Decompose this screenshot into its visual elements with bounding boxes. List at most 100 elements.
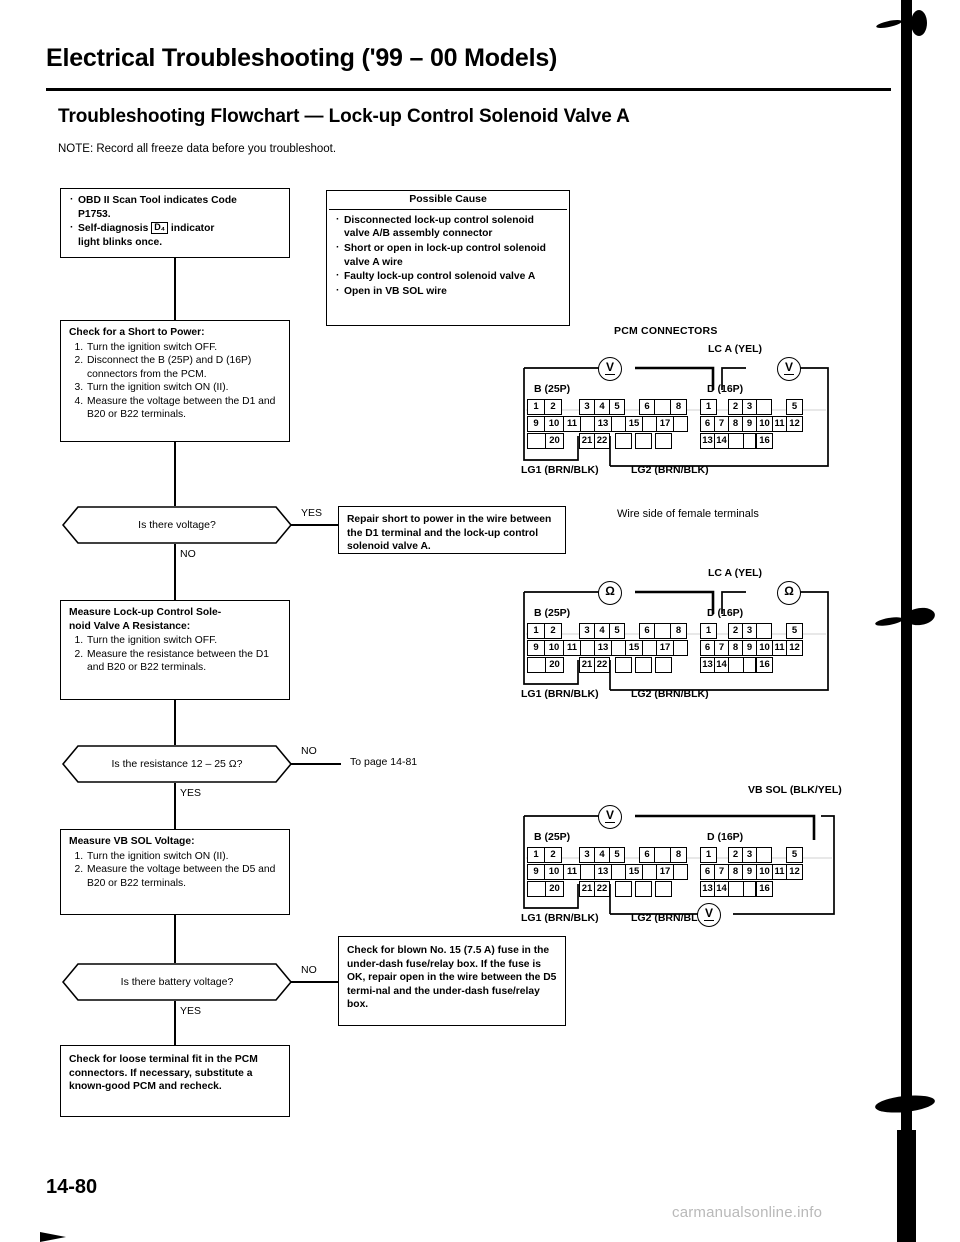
pin-b-2: 2: [544, 623, 562, 639]
pin-b-4: 4: [594, 847, 610, 863]
connector-b-label-1: B (25P): [534, 383, 571, 395]
pin-b-blank: [527, 433, 546, 449]
pin-b-blank: [673, 416, 688, 432]
pin-b-22: 22: [594, 657, 610, 673]
pin-d-9: 9: [742, 864, 757, 880]
pin-d-14: 14: [714, 657, 729, 673]
pin-b-blank: [580, 416, 595, 432]
pin-d-blank: [728, 881, 744, 897]
pin-d-6: 6: [700, 640, 715, 656]
pin-b-10: 10: [544, 416, 564, 432]
pin-b-3: 3: [579, 623, 595, 639]
pin-d-13: 13: [700, 657, 715, 673]
pin-b-13: 13: [594, 416, 612, 432]
pin-b-15: 15: [625, 640, 643, 656]
d4-indicator-icon: D₄: [151, 222, 169, 234]
pin-b-21: 21: [579, 881, 595, 897]
pin-d-3: 3: [742, 399, 757, 415]
pin-d-14: 14: [714, 881, 729, 897]
pin-b-9: 9: [527, 416, 545, 432]
connector-d-pin-grid-1: 1 2 3 5 6 7 8 9 10 11 12 13 14 16: [700, 399, 830, 451]
pin-d-5: 5: [786, 399, 803, 415]
cause-item: Faulty lock-up control solenoid valve A: [335, 269, 562, 284]
scan-artifact-arrow: [40, 1232, 66, 1242]
pin-b-17: 17: [656, 416, 674, 432]
connector-b-pin-grid-1: 1 2 3 4 5 6 8 9 10 11 13 15 17 20 21 22: [527, 399, 707, 451]
branch-label-no: NO: [301, 964, 317, 976]
pin-b-10: 10: [544, 864, 564, 880]
pin-b-blank: [611, 416, 626, 432]
branch-label-yes: YES: [180, 1005, 202, 1017]
scan-artifact-blob: [874, 1092, 936, 1116]
connector-b-label-3: B (25P): [534, 831, 571, 843]
pin-b-17: 17: [656, 640, 674, 656]
pin-d-7: 7: [714, 416, 729, 432]
box-heading: Measure VB SOL Voltage:: [69, 836, 195, 847]
pin-d-16: 16: [756, 657, 773, 673]
voltmeter-icon-top: V: [598, 805, 622, 829]
pin-d-16: 16: [756, 433, 773, 449]
flow-box-check-terminal-fit: Check for loose terminal fit in the PCM …: [60, 1045, 290, 1117]
pin-d-blank: [756, 623, 772, 639]
pin-d-12: 12: [786, 864, 803, 880]
flow-box-check-fuse: Check for blown No. 15 (7.5 A) fuse in t…: [338, 936, 566, 1026]
ohmmeter-icon-right: Ω: [777, 581, 801, 605]
to-page-reference: To page 14-81: [350, 756, 418, 768]
pin-b-blank: [527, 657, 546, 673]
pin-d-6: 6: [700, 864, 715, 880]
pin-b-15: 15: [625, 864, 643, 880]
pin-d-8: 8: [728, 640, 743, 656]
pin-b-20: 20: [545, 881, 564, 897]
pin-b-blank: [580, 640, 595, 656]
pin-b-8: 8: [670, 623, 687, 639]
pin-d-11: 11: [772, 640, 787, 656]
section-title: Troubleshooting Flowchart — Lock-up Cont…: [58, 106, 630, 127]
pin-b-13: 13: [594, 640, 612, 656]
vb-sol-wire-label: VB SOL (BLK/YEL): [748, 784, 842, 796]
pin-d-10: 10: [756, 416, 773, 432]
branch-label-yes: YES: [180, 787, 202, 799]
symptom-item-1: OBD II Scan Tool indicates Code P1753.: [69, 193, 282, 221]
connector-d-label-3: D (16P): [707, 831, 744, 843]
pin-b-1: 1: [527, 847, 545, 863]
pin-b-3: 3: [579, 399, 595, 415]
pin-d-9: 9: [742, 416, 757, 432]
pin-d-2: 2: [728, 847, 743, 863]
lg1-wire-label-1: LG1 (BRN/BLK): [521, 464, 599, 476]
pin-b-blank: [615, 657, 632, 673]
connector-b-label-2: B (25P): [534, 607, 571, 619]
pin-b-22: 22: [594, 881, 610, 897]
pin-b-21: 21: [579, 657, 595, 673]
watermark-text: carmanualsonline.info: [672, 1204, 823, 1221]
lc-a-wire-label-2: LC A (YEL): [708, 567, 763, 579]
flow-box-repair-short: Repair short to power in the wire betwee…: [338, 506, 566, 554]
branch-label-yes: YES: [301, 507, 323, 519]
pin-b-blank: [527, 881, 546, 897]
connector-line: [174, 258, 176, 320]
pin-d-12: 12: [786, 416, 803, 432]
pin-b-1: 1: [527, 399, 545, 415]
pin-d-blank: [743, 657, 756, 673]
scan-edge-bar-bottom: [897, 1130, 916, 1242]
title-divider: [46, 88, 891, 91]
lg2-wire-label-1: LG2 (BRN/BLK): [631, 464, 709, 476]
pin-b-9: 9: [527, 640, 545, 656]
pin-b-blank: [673, 864, 688, 880]
pin-b-4: 4: [594, 399, 610, 415]
pin-b-blank: [580, 864, 595, 880]
pin-b-8: 8: [670, 399, 687, 415]
connector-line: [174, 783, 176, 829]
pin-d-3: 3: [742, 623, 757, 639]
pin-b-blank: [635, 657, 652, 673]
pin-b-6: 6: [639, 623, 655, 639]
pin-b-13: 13: [594, 864, 612, 880]
flow-box-check-short-to-power: Check for a Short to Power: Turn the ign…: [60, 320, 290, 442]
wire-side-caption-1: Wire side of female terminals: [617, 508, 759, 520]
step-1: Turn the ignition switch OFF.: [86, 341, 282, 355]
cause-item: Open in VB SOL wire: [335, 284, 562, 299]
box-heading: Measure Lock-up Control Sole- noid Valve…: [69, 607, 222, 632]
scan-artifact-mark: [875, 18, 903, 30]
pin-b-9: 9: [527, 864, 545, 880]
connector-line: [174, 915, 176, 963]
pin-d-12: 12: [786, 640, 803, 656]
